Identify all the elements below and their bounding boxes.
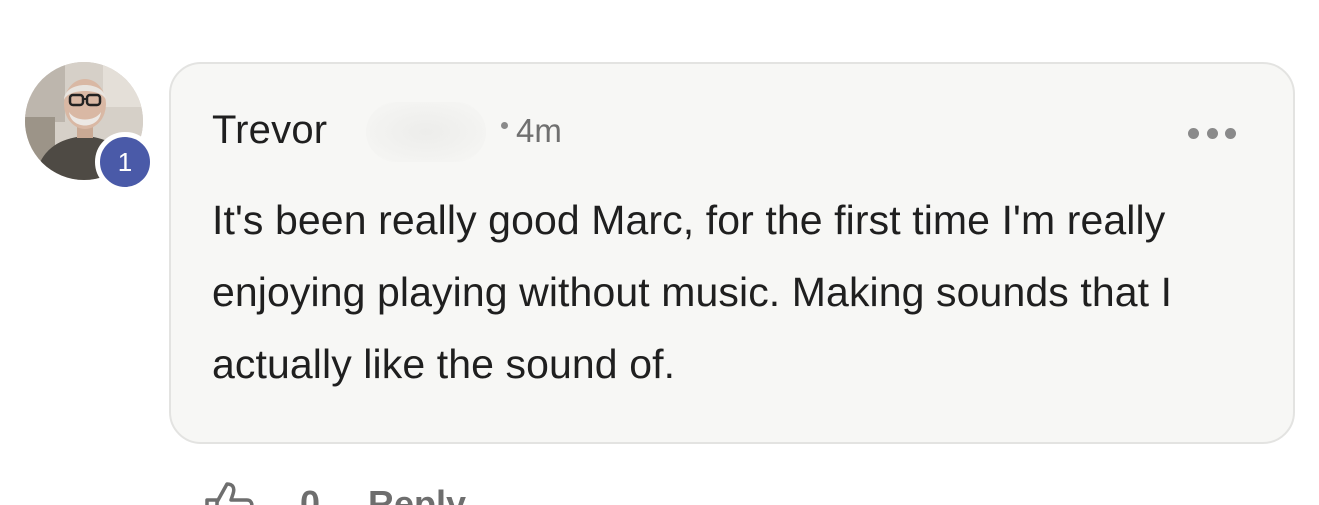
comment-body: It's been really good Marc, for the firs… xyxy=(212,197,1173,387)
author-name[interactable]: Trevor xyxy=(212,108,327,153)
redacted-area xyxy=(366,102,486,162)
more-horizontal-icon[interactable] xyxy=(1188,126,1236,140)
level-badge: 1 xyxy=(95,132,155,192)
comment-bubble: Trevor 4m It's been really good Marc, fo… xyxy=(169,62,1295,444)
separator-dot xyxy=(501,122,508,129)
comment-thread: 1 Trevor 4m It's been really good Marc, … xyxy=(0,0,1319,505)
thumbs-up-icon[interactable] xyxy=(203,478,255,505)
reply-button[interactable]: Reply xyxy=(368,483,466,505)
timestamp: 4m xyxy=(516,112,562,149)
like-count: 0 xyxy=(300,483,321,505)
